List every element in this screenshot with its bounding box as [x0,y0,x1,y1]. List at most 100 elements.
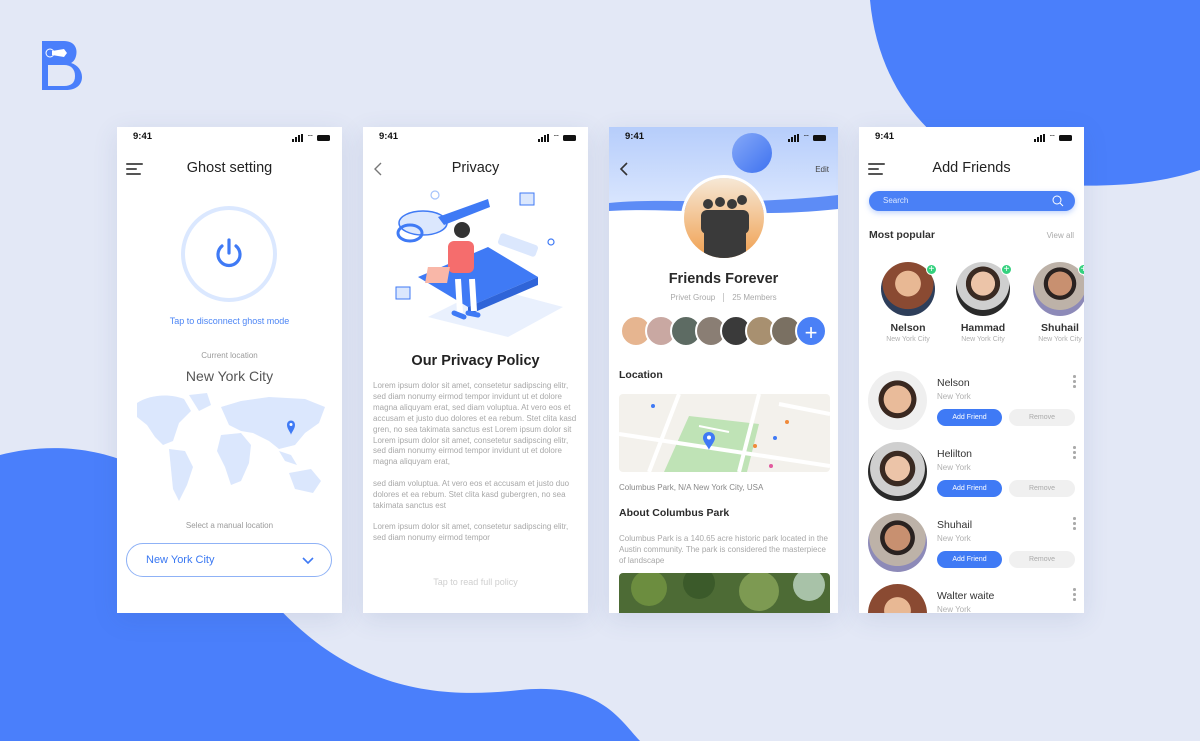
add-member-button[interactable]: + [795,315,827,347]
screen-group-detail: 9:41 ⌔ Edit Friends Forever Privet Group… [609,127,838,613]
more-options-icon[interactable] [1073,517,1076,532]
wifi-icon: ⌔ [1048,133,1056,142]
member-count: 25 Members [732,293,777,302]
status-time: 9:41 [625,131,645,142]
policy-text: Lorem ipsum dolor sit amet, consetetur s… [373,381,580,554]
world-map [137,393,325,501]
friend-city: New York [937,534,971,543]
battery-icon [813,135,826,141]
add-icon[interactable]: + [1001,264,1012,275]
status-bar: 9:41 ⌔ [609,131,838,145]
park-photo [619,573,830,613]
popular-user[interactable]: + Hammad New York City [948,262,1018,343]
status-bar: 9:41 ⌔ [859,131,1084,145]
status-time: 9:41 [379,131,399,142]
screen-privacy: 9:41 ⌔ Privacy Our Privacy Policy Lorem … [363,127,588,613]
battery-icon [563,135,576,141]
popular-user-name: Shuhail [1041,322,1079,334]
avatar: + [956,262,1012,316]
avatar [868,513,927,572]
page-title: Add Friends [932,160,1011,176]
plus-icon: + [804,320,818,345]
group-type: Privet Group [670,293,716,302]
popular-user-name: Hammad [960,322,1006,334]
friend-list-item: Helilton New York Add Friend Remove [868,442,1080,504]
group-avatar [681,175,767,261]
remove-button[interactable]: Remove [1009,551,1075,568]
friend-name: Walter waite [937,590,995,602]
wifi-icon: ⌔ [306,133,314,142]
about-heading: About Columbus Park [619,507,730,519]
group-name: Friends Forever [668,271,779,287]
back-icon[interactable] [619,161,629,177]
about-text: Columbus Park is a 140.65 acre historic … [619,534,828,565]
battery-icon [317,135,330,141]
power-icon [216,238,242,268]
add-icon[interactable]: + [926,264,937,275]
status-bar: 9:41 ⌔ [117,131,342,145]
add-icon[interactable]: + [1078,264,1084,275]
search-input[interactable]: Search [869,191,1075,211]
popular-user-city: New York City [1038,336,1082,343]
policy-paragraph: Lorem ipsum dolor sit amet, consetetur s… [373,381,577,467]
popular-user-city: New York City [961,336,1005,343]
chevron-down-icon [302,557,314,565]
avatar: + [1033,262,1084,316]
search-icon [1052,195,1064,207]
policy-paragraph: sed diam voluptua. At vero eos et accusa… [373,478,570,510]
wifi-icon: ⌔ [552,133,560,142]
location-dropdown[interactable]: New York City [126,543,332,577]
disconnect-ghost-link[interactable]: Tap to disconnect ghost mode [117,316,342,326]
popular-user[interactable]: + Shuhail New York City [1025,262,1084,343]
power-button[interactable] [181,206,277,302]
status-bar: 9:41 ⌔ [363,131,588,145]
friend-city: New York [937,605,971,613]
manual-location-label: Select a manual location [185,521,274,530]
read-full-policy-link[interactable]: Tap to read full policy [363,577,588,587]
signal-icon [1034,134,1046,142]
most-popular-heading: Most popular [869,229,935,241]
location-heading: Location [619,369,663,381]
avatar [868,371,927,430]
add-friend-button[interactable]: Add Friend [937,409,1002,426]
member-avatars: + [620,315,827,347]
signal-icon [292,134,304,142]
signal-icon [788,134,800,142]
popular-user-name: Nelson [890,322,926,334]
avatar [868,584,927,613]
wifi-icon: ⌔ [802,133,810,142]
friend-city: New York [937,463,971,472]
policy-heading: Our Privacy Policy [411,353,540,369]
friend-city: New York [937,392,971,401]
more-options-icon[interactable] [1073,588,1076,603]
group-address: Columbus Park, N/A New York City, USA [619,483,764,492]
view-all-link[interactable]: View all [1047,231,1074,240]
avatar: + [881,262,937,316]
friend-list-item: Nelson New York Add Friend Remove [868,371,1080,433]
current-location-label: Current location [201,351,258,360]
status-time: 9:41 [133,131,153,142]
signal-icon [538,134,550,142]
edit-button[interactable]: Edit [815,165,829,174]
friend-name: Nelson [937,377,970,389]
location-map[interactable] [619,394,830,472]
privacy-illustration [395,190,563,337]
screen-ghost-setting: 9:41 ⌔ Ghost setting Tap to disconnect g… [117,127,342,613]
remove-button[interactable]: Remove [1009,409,1075,426]
search-placeholder: Search [883,196,909,205]
current-location-value: New York City [185,368,274,384]
friend-list-item: Walter waite New York [868,584,1080,613]
policy-paragraph: Lorem ipsum dolor sit amet, consetetur s… [373,521,569,542]
more-options-icon[interactable] [1073,375,1076,390]
add-friend-button[interactable]: Add Friend [937,551,1002,568]
popular-user-city: New York City [886,336,930,343]
more-options-icon[interactable] [1073,446,1076,461]
status-time: 9:41 [875,131,895,142]
popular-user[interactable]: + Nelson New York City [873,262,943,343]
avatar [868,442,927,501]
battery-icon [1059,135,1072,141]
location-dropdown-value: New York City [146,554,215,566]
friend-name: Helilton [937,448,973,460]
remove-button[interactable]: Remove [1009,480,1075,497]
add-friend-button[interactable]: Add Friend [937,480,1002,497]
